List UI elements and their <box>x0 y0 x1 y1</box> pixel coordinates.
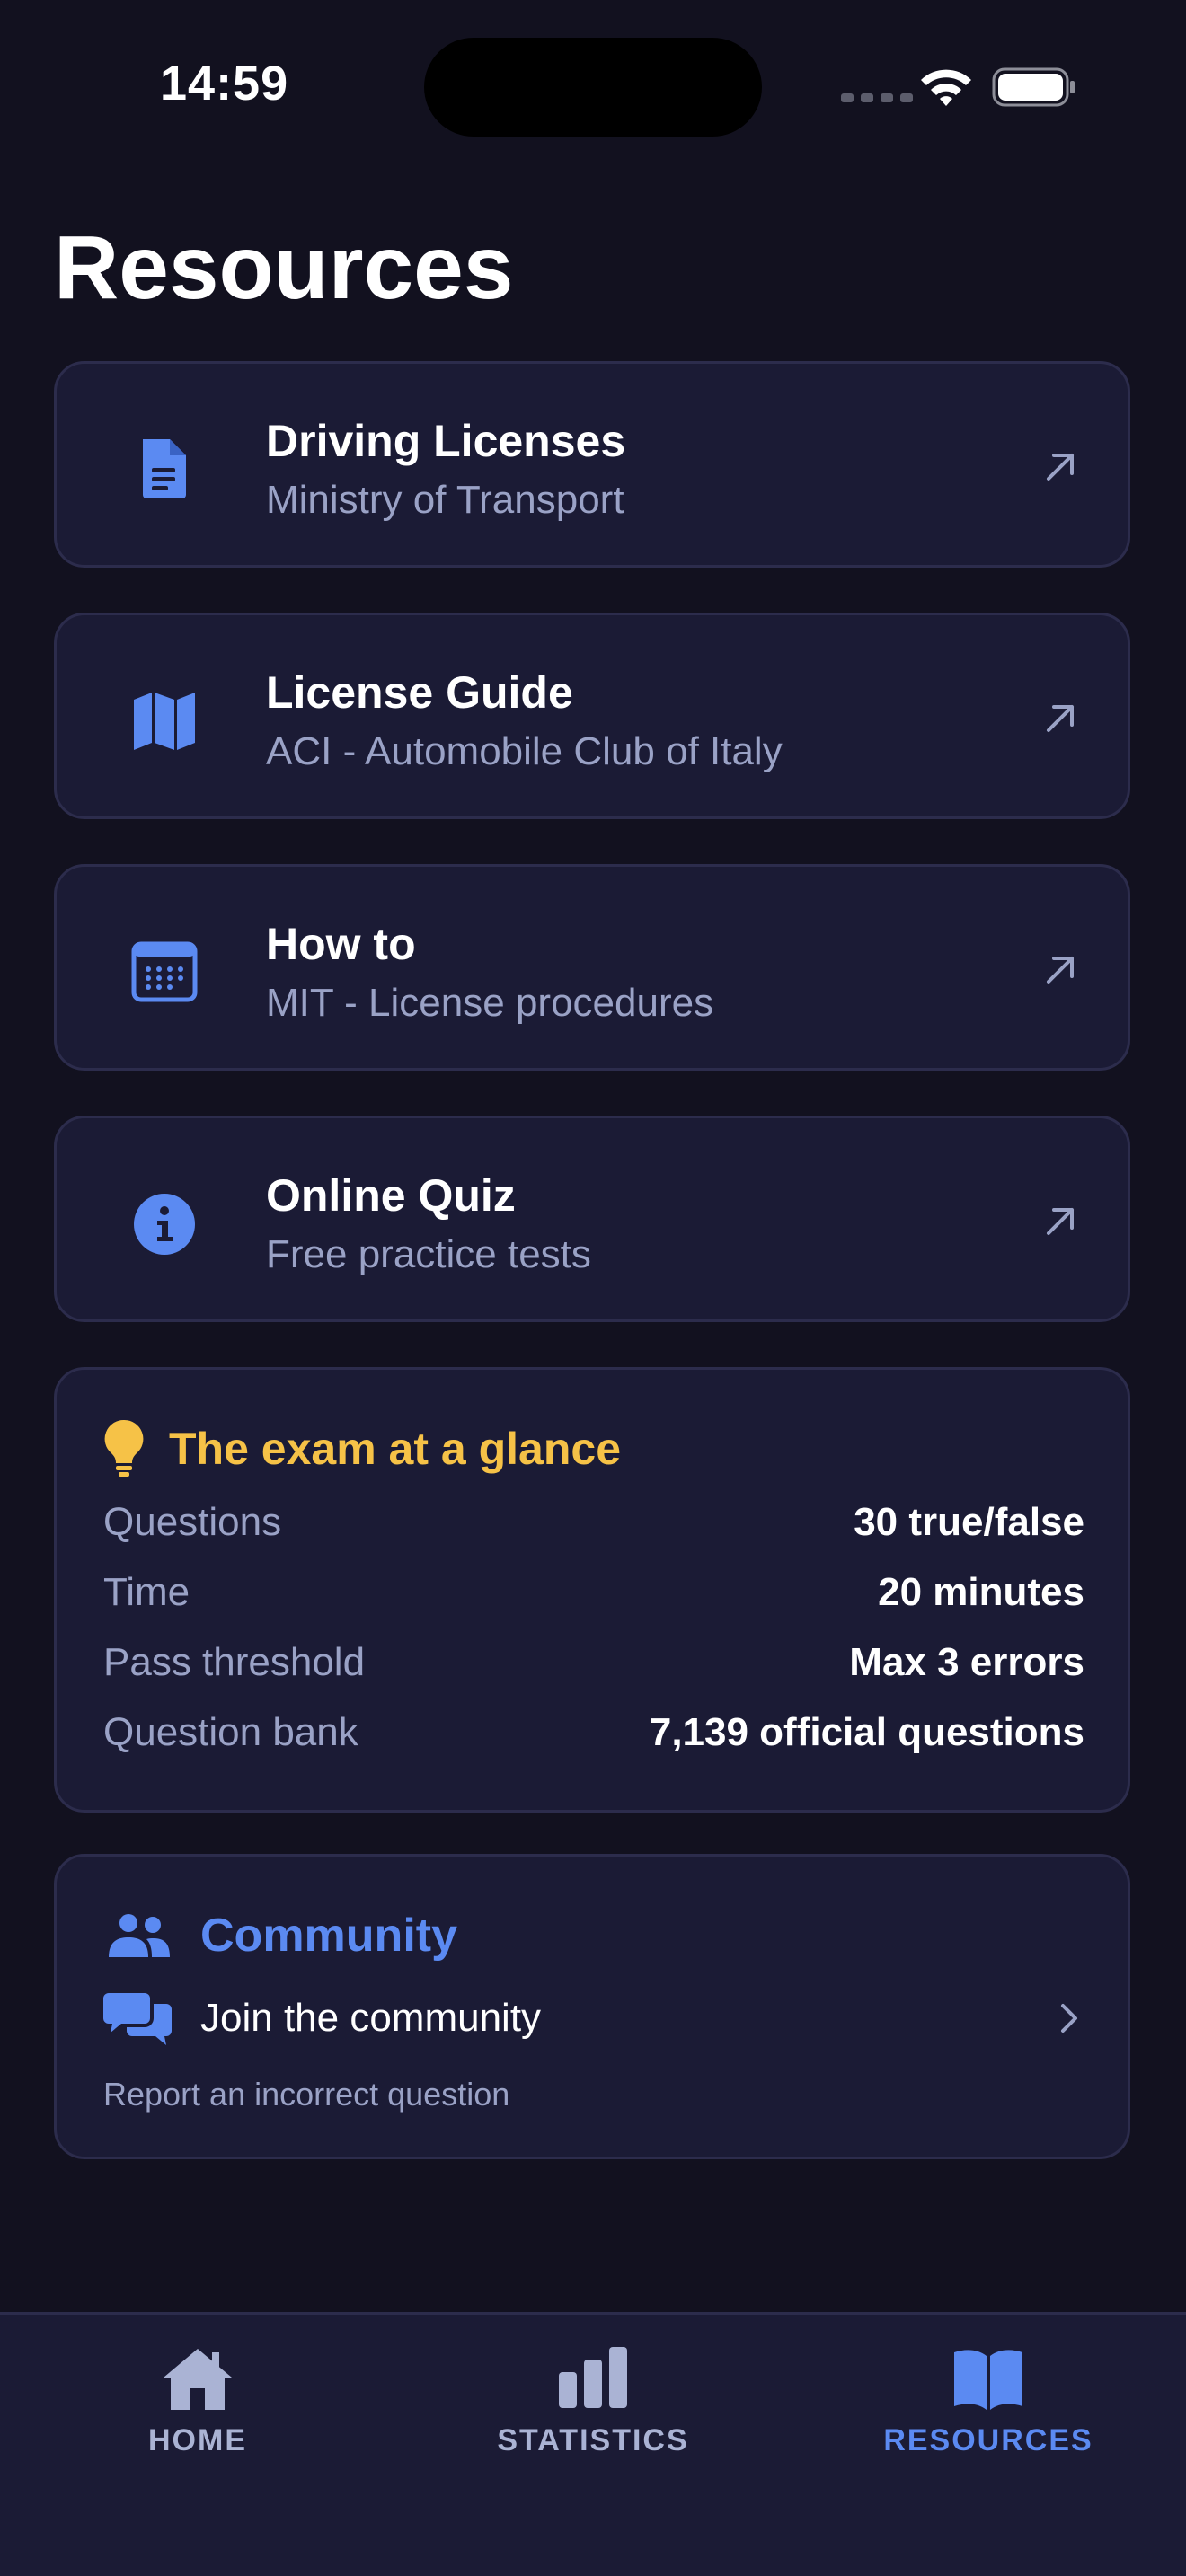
map-icon <box>134 693 195 750</box>
link-title: Driving Licenses <box>266 416 626 466</box>
tab-label: HOME <box>148 2423 247 2457</box>
tab-home[interactable]: HOME <box>0 2315 395 2530</box>
link-card-online-quiz[interactable]: Online Quiz Free practice tests <box>54 1116 1130 1322</box>
bar-chart-icon <box>559 2347 627 2408</box>
tab-label: STATISTICS <box>497 2423 689 2457</box>
external-link-icon <box>1047 705 1074 732</box>
book-icon <box>954 2350 1022 2410</box>
exam-row-label: Pass threshold <box>103 1640 366 1684</box>
tab-label: RESOURCES <box>883 2423 1093 2457</box>
link-title: Online Quiz <box>266 1170 516 1221</box>
exam-row-label: Time <box>103 1570 190 1614</box>
external-link-icon <box>1047 1208 1074 1235</box>
chat-bubbles-icon[interactable] <box>103 1989 172 2049</box>
home-icon <box>164 2349 232 2410</box>
exam-row-value: Max 3 errors <box>849 1640 1084 1684</box>
join-community-link[interactable]: Join the community <box>200 1991 541 2045</box>
cellular-signal-icon <box>841 93 913 102</box>
wifi-icon <box>921 69 971 106</box>
exam-row-value: 20 minutes <box>878 1570 1084 1614</box>
exam-title: The exam at a glance <box>169 1424 622 1474</box>
exam-summary-card: The exam at a glance Questions 30 true/f… <box>54 1367 1130 1813</box>
exam-row-question-bank: Question bank 7,139 official questions <box>103 1704 1084 1761</box>
info-icon <box>134 1194 195 1255</box>
people-icon <box>109 1914 170 1957</box>
external-link-icon <box>1047 454 1074 481</box>
resources-screen: 14:59 Resources Driving Licenses Ministr… <box>0 0 1186 2576</box>
exam-row-value: 7,139 official questions <box>649 1710 1084 1754</box>
exam-row-pass-threshold: Pass threshold Max 3 errors <box>103 1634 1084 1691</box>
link-subtitle: MIT - License procedures <box>266 981 714 1025</box>
chevron-right-icon <box>1061 2004 1077 2033</box>
link-subtitle: ACI - Automobile Club of Italy <box>266 729 783 773</box>
community-title: Community <box>200 1910 457 1962</box>
link-card-driving-licenses[interactable]: Driving Licenses Ministry of Transport <box>54 361 1130 568</box>
tab-statistics[interactable]: STATISTICS <box>395 2315 791 2530</box>
external-link-icon <box>1047 957 1074 984</box>
exam-row-label: Question bank <box>103 1710 358 1754</box>
status-time: 14:59 <box>160 57 289 110</box>
report-incorrect-question-link[interactable]: Report an incorrect question <box>103 2072 509 2117</box>
exam-row-questions: Questions 30 true/false <box>103 1494 1084 1551</box>
community-card: Community Join the community Report an i… <box>54 1854 1130 2159</box>
page-title: Resources <box>54 217 514 318</box>
lightbulb-icon <box>104 1419 144 1477</box>
tab-bar: HOME STATISTICS RESOURCES <box>0 2312 1186 2576</box>
document-icon <box>143 439 186 498</box>
exam-row-time: Time 20 minutes <box>103 1564 1084 1621</box>
battery-icon <box>992 67 1075 107</box>
link-subtitle: Free practice tests <box>266 1232 591 1276</box>
link-title: How to <box>266 919 416 969</box>
link-subtitle: Ministry of Transport <box>266 478 624 522</box>
link-card-how-to[interactable]: How to MIT - License procedures <box>54 864 1130 1071</box>
tab-resources[interactable]: RESOURCES <box>791 2315 1186 2530</box>
link-title: License Guide <box>266 667 573 718</box>
link-card-license-guide[interactable]: License Guide ACI - Automobile Club of I… <box>54 613 1130 819</box>
exam-row-label: Questions <box>103 1500 282 1544</box>
exam-row-value: 30 true/false <box>854 1500 1084 1544</box>
dynamic-island <box>424 38 762 137</box>
calendar-icon <box>131 941 198 1002</box>
